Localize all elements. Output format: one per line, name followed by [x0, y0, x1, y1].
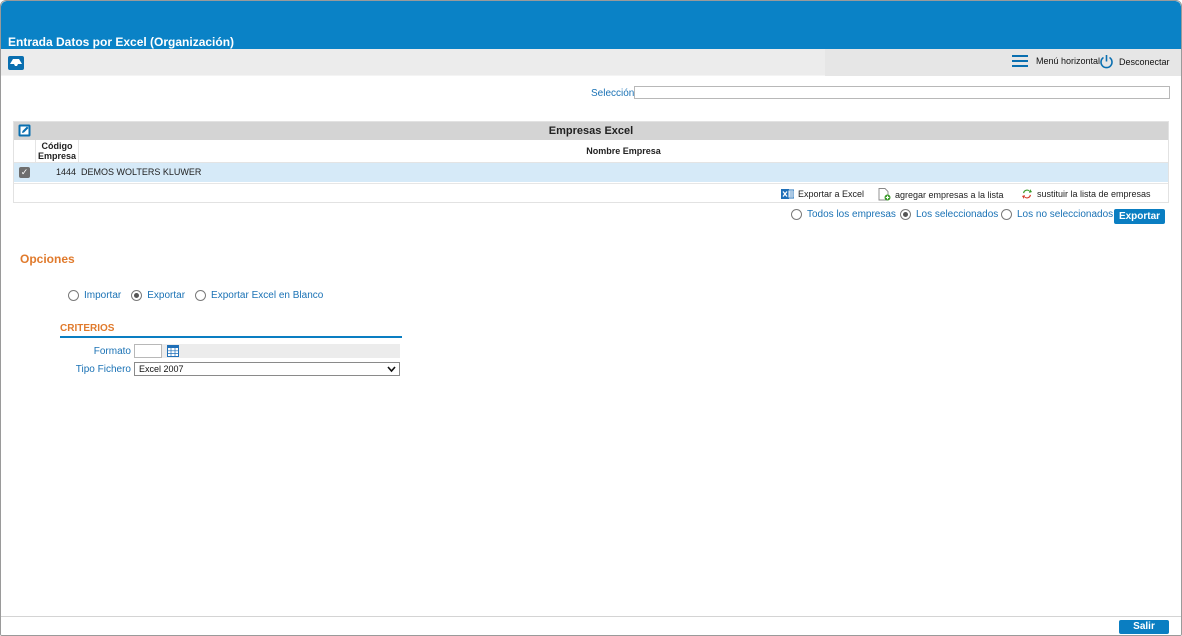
scope-selected-radio[interactable]: Los seleccionados [900, 209, 998, 220]
radio-dot-checked[interactable] [131, 290, 143, 301]
horizontal-menu-button[interactable]: Menú horizontal [1012, 55, 1100, 67]
table-picker-icon[interactable] [167, 345, 179, 357]
chevron-down-icon [387, 366, 396, 373]
radio-dot-checked[interactable] [900, 209, 911, 220]
excel-icon [781, 189, 794, 199]
title-bar: Entrada Datos por Excel (Organización) [1, 1, 1181, 49]
radio-dot[interactable] [1001, 209, 1012, 220]
scope-unselected-radio[interactable]: Los no seleccionados [1001, 209, 1113, 220]
add-companies-button[interactable]: agregar empresas a la lista [878, 188, 1004, 201]
companies-grid: Empresas Excel Código Empresa Nombre Emp… [13, 121, 1169, 203]
seleccion-input[interactable] [634, 86, 1170, 99]
replace-companies-label: sustituir la lista de empresas [1037, 189, 1151, 199]
scope-unselected-option[interactable]: Los no seleccionados [1001, 209, 1113, 220]
table-row[interactable]: ✓ 1444 DEMOS WOLTERS KLUWER [14, 163, 1168, 182]
hamburger-icon [1012, 55, 1028, 67]
disconnect-label: Desconectar [1119, 56, 1170, 67]
page-title: Entrada Datos por Excel (Organización) [8, 35, 235, 49]
scope-all-radio[interactable]: Todos los empresas [791, 209, 896, 220]
scope-unselected-label: Los no seleccionados [1017, 209, 1114, 220]
disconnect-button[interactable]: Desconectar [1099, 54, 1170, 69]
inbox-icon[interactable] [7, 55, 25, 71]
grid-title: Empresas Excel [548, 125, 634, 137]
tipo-fichero-label: Tipo Fichero [75, 364, 131, 375]
name-column-header[interactable]: Nombre Empresa [79, 140, 1168, 163]
grid-header: Empresas Excel [14, 122, 1168, 140]
opcion-exportar[interactable]: Exportar [131, 290, 185, 301]
formato-label: Formato [93, 346, 131, 357]
tipo-fichero-value: Excel 2007 [139, 364, 184, 374]
opciones-title: Opciones [20, 252, 75, 266]
replace-companies-button[interactable]: sustituir la lista de empresas [1021, 188, 1151, 200]
app-window: Entrada Datos por Excel (Organización) M… [0, 0, 1182, 636]
opcion-exportar-blanco[interactable]: Exportar Excel en Blanco [195, 290, 323, 301]
radio-dot[interactable] [791, 209, 802, 220]
export-excel-label: Exportar a Excel [798, 189, 865, 199]
export-excel-button[interactable]: Exportar a Excel [781, 188, 864, 200]
exit-button[interactable]: Salir [1119, 620, 1169, 634]
add-document-icon [878, 188, 891, 201]
company-name: DEMOS WOLTERS KLUWER [81, 167, 202, 177]
add-companies-label: agregar empresas a la lista [895, 189, 1004, 200]
opcion-exportar-label: Exportar [147, 290, 186, 301]
opciones-radio-group: Importar Exportar Exportar Excel en Blan… [68, 290, 323, 301]
opcion-exportar-blanco-label: Exportar Excel en Blanco [211, 290, 324, 301]
seleccion-label: Selección [591, 88, 635, 99]
select-column-header [14, 140, 36, 163]
formato-input[interactable] [134, 344, 162, 358]
opcion-importar-label: Importar [84, 290, 122, 301]
export-button[interactable]: Exportar [1114, 209, 1165, 224]
opcion-importar[interactable]: Importar [68, 290, 121, 301]
radio-dot[interactable] [68, 290, 79, 301]
criterios-title: CRITERIOS [60, 323, 402, 338]
code-column-header[interactable]: Código Empresa [36, 140, 79, 163]
scope-all-label: Todos los empresas [807, 209, 896, 220]
scope-selected-option[interactable]: Los seleccionados [900, 209, 998, 220]
footer-bar: Salir [1, 616, 1181, 635]
horizontal-menu-label: Menú horizontal [1036, 56, 1101, 66]
company-code: 1444 [55, 167, 76, 177]
swap-arrows-icon [1022, 189, 1032, 199]
grid-actions: Exportar a Excel agregar empresas a la l… [14, 183, 1168, 204]
scope-selected-label: Los seleccionados [916, 209, 999, 220]
tipo-fichero-select[interactable]: Excel 2007 [134, 362, 400, 376]
toolbar: Menú horizontal Desconectar [1, 49, 1181, 76]
row-checkbox[interactable]: ✓ [19, 167, 30, 178]
radio-dot[interactable] [195, 290, 207, 301]
scope-all-option[interactable]: Todos los empresas [791, 209, 896, 220]
power-icon [1100, 55, 1113, 69]
